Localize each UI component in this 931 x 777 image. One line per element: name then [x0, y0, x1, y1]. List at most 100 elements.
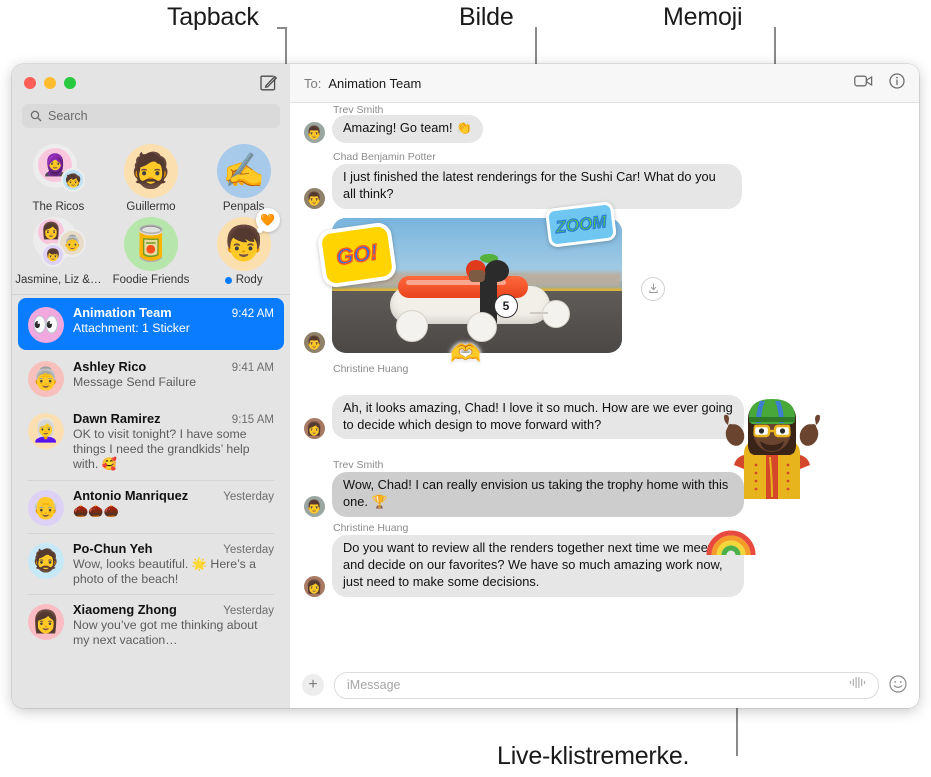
avatar: 🧔 — [123, 144, 178, 198]
pinned-name: Guillermo — [126, 201, 176, 213]
conversation-row-dawn-ramirez[interactable]: 👩‍🦳 Dawn Ramirez 9:15 AM OK to visit ton… — [18, 404, 284, 480]
message-sender: Trev Smith — [333, 459, 384, 472]
message-bubble[interactable]: Amazing! Go team! 👏 — [332, 115, 484, 143]
message-bubble[interactable]: Ah, it looks amazing, Chad! I love it so… — [332, 394, 744, 440]
go-sticker-text: GO! — [334, 238, 380, 270]
audio-waveform-icon[interactable] — [849, 676, 866, 694]
pinned-item-label: Jasmine, Liz &… — [15, 274, 101, 286]
minimize-button[interactable] — [44, 77, 56, 89]
conversation-name: Animation Team — [73, 305, 172, 320]
conversation-content: Dawn Ramirez 9:15 AM OK to visit tonight… — [73, 411, 274, 473]
conversation-preview: Now you’ve got me thinking about my next… — [73, 618, 258, 648]
conversation-header: Animation Team 9:42 AM — [73, 305, 274, 320]
messages-window: Search 🧕 🧒 The Ricos 🧔 Guillermo ✍️ Penp… — [12, 64, 919, 708]
pinned-item-the-ricos[interactable]: 🧕 🧒 The Ricos — [12, 144, 105, 213]
search-placeholder: Search — [48, 109, 88, 123]
pinned-item-rody[interactable]: 👦 🧡 Rody — [197, 208, 290, 286]
avatar: 👀 — [28, 307, 64, 343]
avatar: 👨 — [304, 496, 325, 518]
message-thread[interactable]: Trev Smith 👨 Amazing! Go team! 👏 Chad Be… — [290, 103, 919, 662]
to-label: To: — [304, 75, 322, 91]
screenshot-root: Tapback Bilde Memoji Live-klistremerke. — [0, 0, 931, 777]
avatar-tertiary: 👦 — [41, 243, 66, 267]
emoji-picker-icon[interactable] — [889, 674, 907, 696]
zoom-button[interactable] — [64, 77, 76, 89]
message-row-image[interactable]: 👨 5 GO! ZOOM 🫶 — [304, 200, 905, 366]
group-avatar: 👩 👵 👦 — [31, 217, 87, 271]
message-bubble[interactable]: Wow, Chad! I can really envision us taki… — [332, 472, 744, 518]
annotation-label-live-sticker: Live-klistremerke. — [497, 742, 690, 770]
conversation-name: Antonio Manriquez — [73, 487, 189, 503]
pinned-item-label: Rody — [224, 274, 263, 286]
conversation-time: 9:15 AM — [231, 414, 274, 426]
conversation-row-ashley-rico[interactable]: 👵 Ashley Rico 9:41 AM Message Send Failu… — [18, 352, 284, 404]
zoom-sticker[interactable]: ZOOM — [544, 200, 618, 248]
conversation-name: Ashley Rico — [73, 359, 147, 374]
download-icon[interactable] — [641, 276, 665, 301]
sidebar: Search 🧕 🧒 The Ricos 🧔 Guillermo ✍️ Penp… — [12, 64, 290, 708]
close-button[interactable] — [24, 77, 36, 89]
conversation-row-antonio-manriquez[interactable]: 👴 Antonio Manriquez Yesterday 🌰🌰🌰 — [18, 481, 284, 533]
zoom-sticker-text: ZOOM — [554, 210, 608, 237]
message-bubble[interactable]: Do you want to review all the renders to… — [332, 535, 744, 597]
header-actions — [854, 72, 905, 94]
conversation-row-animation-team[interactable]: 👀 Animation Team 9:42 AM Attachment: 1 S… — [18, 298, 284, 350]
conversation-header: Ashley Rico 9:41 AM — [73, 359, 274, 374]
pinned-name: Rody — [235, 274, 263, 286]
pinned-item-label: The Ricos — [32, 201, 84, 213]
pinned-item-penpals[interactable]: ✍️ Penpals — [197, 144, 290, 213]
search-input[interactable]: Search — [22, 104, 280, 128]
info-icon[interactable] — [889, 72, 905, 94]
message-sender: Christine Huang — [333, 362, 409, 375]
video-camera-icon[interactable] — [854, 74, 873, 93]
avatar: 👴 — [28, 489, 64, 526]
conversation-content: Animation Team 9:42 AM Attachment: 1 Sti… — [73, 305, 274, 336]
annotation-label-bilde: Bilde — [459, 3, 514, 31]
conversation-content: Antonio Manriquez Yesterday 🌰🌰🌰 — [73, 488, 274, 519]
message-row[interactable]: 👨 Amazing! Go team! 👏 — [304, 115, 905, 143]
message-row[interactable]: 👩 Ah, it looks amazing, Chad! I love it … — [304, 394, 905, 440]
message-sender: Christine Huang — [333, 522, 409, 535]
conversation-preview: 🌰🌰🌰 — [73, 503, 119, 518]
message-pane: To: Animation Team Trev Smith 👨 Amazing!… — [290, 64, 919, 708]
conversation-content: Ashley Rico 9:41 AM Message Send Failure — [73, 359, 274, 390]
go-sticker[interactable]: GO! — [316, 220, 398, 289]
compose-icon[interactable] — [258, 73, 278, 93]
tapback-heart-icon[interactable]: 🧡 — [255, 208, 280, 233]
avatar: 👨 — [304, 121, 325, 143]
avatar: 👵 — [28, 361, 64, 397]
conversation-time: Yesterday — [223, 543, 274, 556]
message-composer: + iMessage — [290, 662, 919, 708]
message-bubble[interactable]: I just finished the latest renderings fo… — [332, 163, 742, 209]
add-attachment-icon[interactable]: + — [302, 674, 324, 696]
avatar: 🥫 — [123, 217, 178, 271]
image-attachment[interactable]: 5 GO! ZOOM 🫶 — [316, 200, 622, 366]
avatar: 👩 — [304, 418, 325, 440]
conversation-preview: OK to visit tonight? I have some things … — [73, 427, 250, 472]
message-row[interactable]: 👩 Do you want to review all the renders … — [304, 535, 905, 597]
pinned-item-label: Guillermo — [126, 201, 175, 213]
sushi-car-graphic: 5 — [372, 253, 577, 342]
conversation-list[interactable]: 👀 Animation Team 9:42 AM Attachment: 1 S… — [12, 295, 290, 708]
conversation-name: Dawn Ramirez — [73, 411, 161, 426]
conversation-row-po-chun-yeh[interactable]: 🧔 Po-Chun Yeh Yesterday Wow, looks beaut… — [18, 534, 284, 594]
pinned-item-foodie-friends[interactable]: 🥫 Foodie Friends — [105, 217, 198, 286]
message-row[interactable]: 👨 Wow, Chad! I can really envision us ta… — [304, 472, 905, 518]
conversation-preview: Wow, looks beautiful. 🌟 Here’s a photo o… — [73, 556, 256, 586]
avatar: ✍️ — [216, 144, 271, 198]
heart-hands-sticker[interactable]: 🫶 — [450, 341, 481, 367]
conversation-header-bar: To: Animation Team — [290, 64, 919, 103]
imessage-placeholder: iMessage — [347, 678, 401, 692]
message-sender: Chad Benjamin Potter — [333, 150, 436, 163]
recipient-name[interactable]: Animation Team — [328, 76, 421, 91]
pinned-item-jasmine-liz[interactable]: 👩 👵 👦 Jasmine, Liz &… — [12, 217, 105, 286]
conversation-name: Po-Chun Yeh — [73, 540, 153, 556]
annotation-label-tapback: Tapback — [167, 3, 259, 31]
conversation-row-xiaomeng-zhong[interactable]: 👩 Xiaomeng Zhong Yesterday Now you’ve go… — [18, 595, 284, 655]
imessage-input[interactable]: iMessage — [334, 671, 879, 699]
conversation-preview: Message Send Failure — [73, 375, 197, 389]
pinned-conversations: 🧕 🧒 The Ricos 🧔 Guillermo ✍️ Penpals 👩 👵… — [12, 138, 290, 295]
conversation-header: Po-Chun Yeh Yesterday — [73, 541, 274, 556]
conversation-time: 9:42 AM — [231, 308, 274, 320]
pinned-item-guillermo[interactable]: 🧔 Guillermo — [105, 144, 198, 213]
